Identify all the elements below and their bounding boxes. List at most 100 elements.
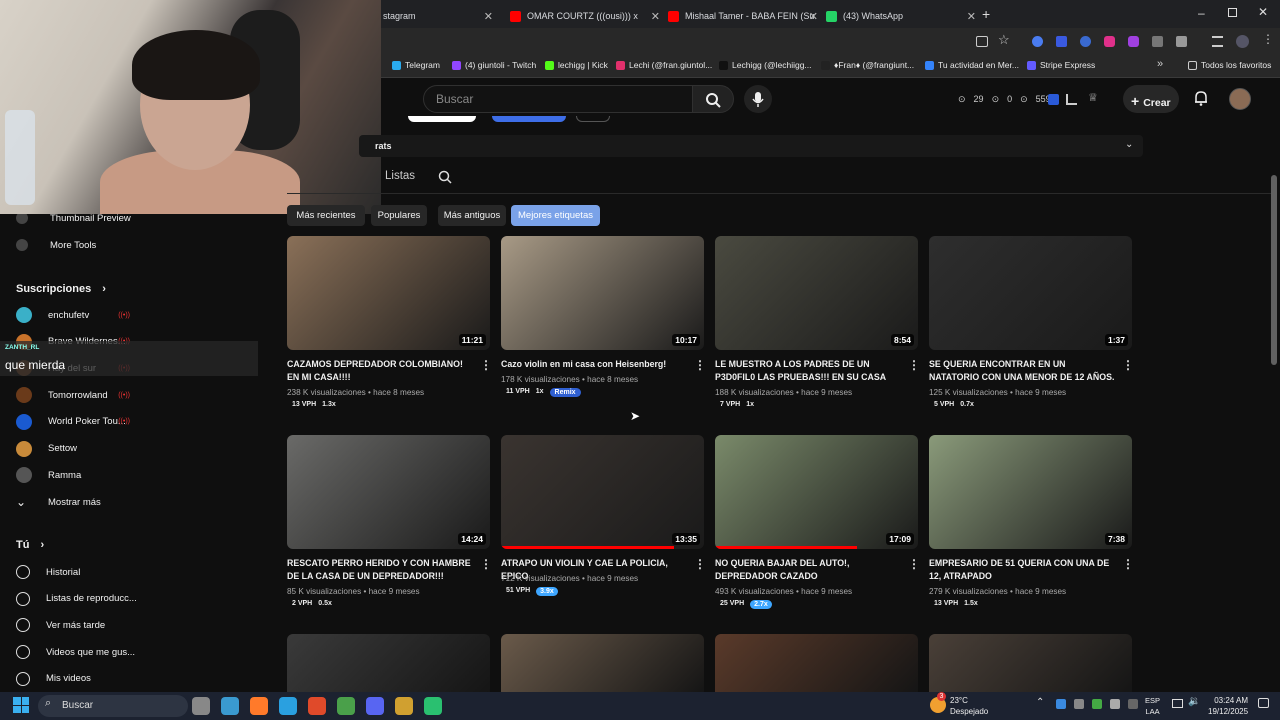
bookmark-item[interactable]: lechigg | Kick <box>545 60 608 70</box>
video-thumbnail[interactable] <box>929 634 1132 692</box>
notifications-button[interactable] <box>1192 89 1210 107</box>
video-thumbnail[interactable]: 10:17 <box>501 236 704 350</box>
search-input[interactable]: Buscar <box>423 85 693 113</box>
sidebar-tool-item[interactable]: More Tools <box>16 235 146 255</box>
taskbar-app-icon[interactable] <box>250 697 268 715</box>
channel-search-button[interactable] <box>438 170 452 184</box>
more-options-icon[interactable]: ⋮ <box>1122 557 1134 571</box>
more-options-icon[interactable]: ⋮ <box>694 358 706 372</box>
video-title[interactable]: CAZAMOS DEPREDADOR COLOMBIANO! EN MI CAS… <box>287 358 475 384</box>
bookmark-item[interactable]: Stripe Express <box>1027 60 1095 70</box>
taskbar-app-icon[interactable] <box>366 697 384 715</box>
playlist-dropdown[interactable] <box>359 135 1143 157</box>
bookmarks-overflow-icon[interactable]: » <box>1157 58 1163 70</box>
new-tab-button[interactable]: + <box>982 6 990 22</box>
tab-close-icon[interactable]: ✕ <box>809 10 818 23</box>
voice-search-button[interactable] <box>744 85 772 113</box>
extension-icon-1[interactable] <box>1032 36 1043 47</box>
video-thumbnail[interactable]: 14:24 <box>287 435 490 549</box>
subscription-item[interactable]: Tomorrowland ((•)) <box>16 385 146 405</box>
more-options-icon[interactable]: ⋮ <box>908 557 920 571</box>
you-item[interactable]: Videos que me gus... <box>16 642 146 662</box>
tray-icons[interactable] <box>1056 699 1138 709</box>
weather-widget[interactable]: 23°C Despejado <box>950 695 988 717</box>
tab-close-icon[interactable]: ✕ <box>967 10 976 23</box>
more-options-icon[interactable]: ⋮ <box>694 557 706 571</box>
extension-icon-3[interactable] <box>1080 36 1091 47</box>
video-title[interactable]: Cazo violin en mi casa con Heisenberg! <box>501 358 689 371</box>
bookmark-item[interactable]: ♦Fran♦ (@frangiunt... <box>821 60 914 70</box>
taskbar-app-icon[interactable] <box>424 697 442 715</box>
subscription-item[interactable]: Settow <box>16 439 146 459</box>
taskbar-app-icon[interactable] <box>279 697 297 715</box>
analytics-icon[interactable] <box>1066 94 1077 105</box>
bookmark-star-icon[interactable]: ☆ <box>998 32 1010 48</box>
taskbar-app-icon[interactable] <box>308 697 326 715</box>
taskbar-app-icon[interactable] <box>192 697 210 715</box>
page-scrollbar[interactable] <box>1271 175 1277 365</box>
taskbar-app-icon[interactable] <box>395 697 413 715</box>
bookmark-item[interactable]: Lechigg (@lechiigg... <box>719 60 812 70</box>
language-indicator[interactable]: ESP LAA <box>1145 695 1160 717</box>
browser-tab[interactable]: stagram ✕ <box>383 4 493 28</box>
subscription-item[interactable]: Ramma <box>16 465 146 485</box>
video-thumbnail[interactable] <box>501 634 704 692</box>
filter-chip[interactable]: Mejores etiquetas <box>511 205 600 226</box>
tab-close-icon[interactable]: ✕ <box>651 10 660 23</box>
you-item[interactable]: Listas de reproducc... <box>16 589 146 609</box>
all-bookmarks-folder[interactable]: Todos los favoritos <box>1188 60 1271 70</box>
network-icon[interactable] <box>1172 699 1183 708</box>
close-window-button[interactable]: ✕ <box>1258 5 1268 19</box>
tray-chevron-icon[interactable]: ⌃ <box>1036 697 1044 708</box>
video-title[interactable]: SE QUERIA ENCONTRAR EN UN NATATORIO CON … <box>929 358 1117 384</box>
profile-icon[interactable] <box>1236 35 1249 48</box>
filter-chip[interactable]: Más antiguos <box>438 205 506 226</box>
header-pill-2[interactable] <box>492 116 566 122</box>
bookmark-item[interactable]: (4) giuntoli - Twitch <box>452 60 536 70</box>
video-title[interactable]: RESCATO PERRO HERIDO Y CON HAMBRE DE LA … <box>287 557 475 583</box>
video-thumbnail[interactable]: 8:54 <box>715 236 918 350</box>
vidiq-icon[interactable] <box>1048 94 1059 105</box>
taskbar-search[interactable]: Buscar <box>38 695 188 717</box>
reading-list-icon[interactable] <box>1212 36 1223 47</box>
header-pill-3[interactable] <box>576 116 610 122</box>
video-title[interactable]: NO QUERIA BAJAR DEL AUTO!, DEPREDADOR CA… <box>715 557 903 583</box>
browser-tab[interactable]: Mishaal Tamer - BABA FEIN (Su ✕ <box>668 4 818 28</box>
more-options-icon[interactable]: ⋮ <box>908 358 920 372</box>
you-heading[interactable]: Tú › <box>16 539 44 551</box>
user-avatar[interactable] <box>1229 88 1251 110</box>
trophy-icon[interactable]: ♕ <box>1088 91 1098 104</box>
you-item[interactable]: Historial <box>16 562 146 582</box>
subscription-item[interactable]: World Poker Tou... ((•)) <box>16 412 146 432</box>
restore-button[interactable] <box>1228 8 1237 17</box>
video-thumbnail[interactable]: 1:37 <box>929 236 1132 350</box>
volume-icon[interactable]: 🔉 <box>1188 696 1200 707</box>
taskbar-app-icon[interactable] <box>337 697 355 715</box>
video-thumbnail[interactable]: 17:09 <box>715 435 918 549</box>
system-clock[interactable]: 03:24 AM 19/12/2025 <box>1208 695 1248 717</box>
you-item[interactable]: Ver más tarde <box>16 615 146 635</box>
video-title[interactable]: EMPRESARIO DE 51 QUERIA CON UNA DE 12, A… <box>929 557 1117 583</box>
video-thumbnail[interactable] <box>715 634 918 692</box>
extension-icon-5[interactable] <box>1128 36 1139 47</box>
video-title[interactable]: LE MUESTRO A LOS PADRES DE UN P3D0FIL0 L… <box>715 358 903 384</box>
extensions-puzzle-icon[interactable] <box>1176 36 1187 47</box>
extension-icon-2[interactable] <box>1056 36 1067 47</box>
browser-tab[interactable]: (43) WhatsApp ✕ <box>826 4 976 28</box>
video-thumbnail[interactable]: 11:21 <box>287 236 490 350</box>
tab-close-icon[interactable]: ✕ <box>484 10 493 23</box>
browser-tab[interactable]: OMAR COURTZ (((ousi))) x ✕ <box>510 4 660 28</box>
extension-icon-6[interactable] <box>1152 36 1163 47</box>
bookmark-item[interactable]: Lechi (@fran.giuntol... <box>616 60 712 70</box>
notification-center-icon[interactable] <box>1258 698 1269 708</box>
search-button[interactable] <box>692 85 734 113</box>
taskbar-app-icon[interactable] <box>221 697 239 715</box>
windows-start-icon[interactable] <box>13 697 29 713</box>
bookmark-item[interactable]: Telegram <box>392 60 440 70</box>
header-pill-1[interactable] <box>408 116 476 122</box>
more-options-icon[interactable]: ⋮ <box>480 358 492 372</box>
video-thumbnail[interactable]: 7:38 <box>929 435 1132 549</box>
subscriptions-heading[interactable]: Suscripciones › <box>16 283 106 295</box>
filter-chip[interactable]: Populares <box>371 205 427 226</box>
subscription-item[interactable]: enchufetv ((•)) <box>16 305 146 325</box>
